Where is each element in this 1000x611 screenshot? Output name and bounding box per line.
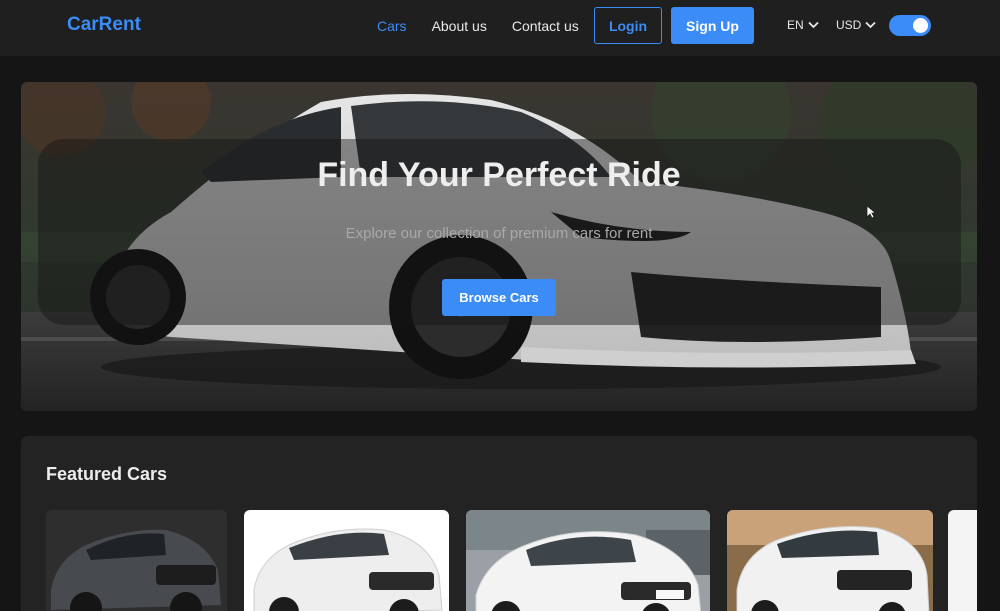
car-image-white-hatchback: [466, 510, 710, 611]
currency-value: USD: [836, 18, 862, 32]
nav-links: Cars About us Contact us: [377, 18, 579, 34]
hero-subtitle: Explore our collection of premium cars f…: [345, 225, 653, 242]
language-dropdown[interactable]: EN: [787, 18, 819, 32]
chevron-down-icon: [808, 21, 819, 29]
hero-title: Find Your Perfect Ride: [317, 156, 681, 194]
nav-link-contact[interactable]: Contact us: [512, 18, 579, 34]
car-card[interactable]: [46, 510, 227, 611]
car-card[interactable]: [466, 510, 710, 611]
currency-dropdown[interactable]: USD: [836, 18, 876, 32]
car-image-dark-suv: [46, 510, 227, 611]
toggle-knob: [913, 18, 928, 33]
car-card[interactable]: [948, 510, 977, 611]
login-button[interactable]: Login: [594, 7, 662, 44]
hero-banner: Find Your Perfect Ride Explore our colle…: [21, 82, 977, 411]
car-image-white-rav4-front: [727, 510, 933, 611]
car-card[interactable]: [727, 510, 933, 611]
mouse-cursor-icon: [866, 205, 876, 219]
featured-cars-section: Featured Cars: [21, 436, 977, 611]
brand-logo[interactable]: CarRent: [67, 14, 141, 36]
car-card[interactable]: [244, 510, 449, 611]
featured-title: Featured Cars: [46, 464, 168, 484]
car-image-white-rav4: [244, 510, 449, 611]
chevron-down-icon: [865, 21, 876, 29]
signup-button[interactable]: Sign Up: [671, 7, 754, 44]
navbar: CarRent Cars About us Contact us Login S…: [0, 0, 1000, 56]
theme-toggle[interactable]: [889, 15, 931, 36]
nav-link-cars[interactable]: Cars: [377, 18, 407, 34]
browse-cars-button[interactable]: Browse Cars: [442, 279, 556, 316]
language-value: EN: [787, 18, 804, 32]
nav-link-about[interactable]: About us: [432, 18, 487, 34]
